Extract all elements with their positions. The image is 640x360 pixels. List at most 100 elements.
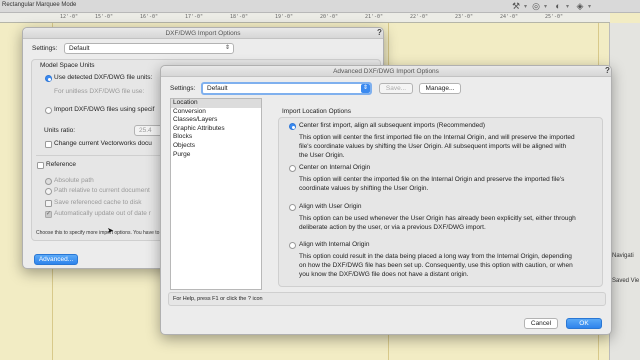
- ok-button[interactable]: OK: [566, 318, 602, 329]
- palette-panel: [609, 23, 640, 360]
- category-item-blocks[interactable]: Blocks: [171, 133, 261, 142]
- desc-line: This option will center the first import…: [299, 134, 575, 141]
- category-item-purge[interactable]: Purge: [171, 151, 261, 160]
- units-ratio-value: 25.4: [139, 127, 152, 134]
- option-label-center-internal: Center on Internal Origin: [299, 164, 371, 171]
- desc-line: deliberate action by the user, or via a …: [299, 224, 486, 231]
- desc-line: file's coordinate values by shifting the…: [299, 143, 567, 150]
- import-units-label: Import DXF/DWG files using specif: [54, 106, 155, 113]
- option-desc-align-user: This option can be used whenever the Use…: [299, 214, 603, 232]
- help-icon[interactable]: ?: [605, 66, 610, 75]
- settings-label: Settings:: [32, 45, 58, 52]
- chevron-down-icon[interactable]: ▾: [524, 3, 527, 10]
- settings-select[interactable]: Default ⇕: [201, 82, 372, 95]
- dialog-titlebar: DXF/DWG Import Options: [23, 28, 383, 39]
- advanced-import-dialog: Advanced DXF/DWG Import Options ? Settin…: [160, 65, 612, 335]
- advanced-button[interactable]: Advanced...: [34, 254, 78, 265]
- desc-line: you know the DXF/DWG file does not have …: [299, 271, 469, 278]
- ruler-tick: 12'-0": [60, 14, 79, 20]
- chevron-updown-icon: ⇕: [224, 45, 230, 51]
- ruler-tick: 21'-0": [365, 14, 384, 20]
- chevron-down-icon[interactable]: ▾: [544, 3, 547, 10]
- option-desc-align-internal: This option could result in the data bei…: [299, 252, 603, 279]
- option-radio-align-user[interactable]: [289, 204, 296, 211]
- change-current-checkbox[interactable]: [45, 141, 52, 148]
- layer-icon[interactable]: ◈: [574, 1, 586, 11]
- desc-line: on how the DXF/DWG file has been set up.…: [299, 262, 573, 269]
- ruler-tick: 23'-0": [455, 14, 474, 20]
- option-label-align-internal: Align with Internal Origin: [299, 241, 370, 248]
- desc-line: This option can be used whenever the Use…: [299, 215, 576, 222]
- desc-line: This option will center the imported fil…: [299, 176, 565, 183]
- save-cache-label: Save referenced cache to disk: [54, 199, 142, 206]
- mode-label: Rectangular Marquee Mode: [2, 2, 77, 8]
- ruler-tick: 24'-0": [500, 14, 519, 20]
- dxf-footer-note: Choose this to specify more import optio…: [36, 230, 160, 236]
- category-list: Location Conversion Classes/Layers Graph…: [170, 98, 262, 290]
- help-text: For Help, press F1 or click the ? icon: [173, 296, 263, 302]
- category-item-graphic-attributes[interactable]: Graphic Attributes: [171, 125, 261, 134]
- unitless-label: For unitless DXF/DWG file use:: [54, 88, 145, 95]
- dialog-titlebar: Advanced DXF/DWG Import Options: [161, 66, 611, 77]
- help-text-bar: For Help, press F1 or click the ? icon: [168, 292, 606, 306]
- render-icon[interactable]: ◐: [552, 1, 564, 11]
- chevron-down-icon[interactable]: ▾: [566, 3, 569, 10]
- ruler-tick: 22'-0": [410, 14, 429, 20]
- settings-value: Default: [207, 85, 228, 92]
- auto-update-label: Automatically update out of date r: [54, 210, 151, 217]
- category-item-classes-layers[interactable]: Classes/Layers: [171, 116, 261, 125]
- chevron-updown-icon: ⇕: [361, 84, 370, 93]
- auto-update-checkbox[interactable]: [45, 210, 52, 218]
- location-options-group: Center first import, align all subsequen…: [278, 117, 603, 287]
- snap-icon[interactable]: ⚒: [510, 1, 522, 11]
- absolute-path-radio[interactable]: [45, 178, 52, 185]
- app-toolbar: Rectangular Marquee Mode ⚒ ▾ ◎ ▾ ◐ ▾ ◈ ▾: [0, 0, 640, 13]
- units-ratio-label: Units ratio:: [44, 127, 76, 134]
- ruler-tick: 17'-0": [185, 14, 204, 20]
- relative-path-label: Path relative to current document: [54, 187, 150, 194]
- category-item-conversion[interactable]: Conversion: [171, 108, 261, 117]
- mouse-cursor-icon: ➤: [107, 226, 114, 235]
- ruler-tick: 16'-0": [140, 14, 159, 20]
- relative-path-radio[interactable]: [45, 188, 52, 195]
- save-cache-checkbox[interactable]: [45, 200, 52, 207]
- model-space-title: Model Space Units: [40, 62, 95, 69]
- save-settings-button[interactable]: Save...: [379, 83, 413, 94]
- absolute-path-label: Absolute path: [54, 177, 94, 184]
- settings-label: Settings:: [170, 85, 196, 92]
- use-detected-label: Use detected DXF/DWG file units:: [54, 74, 153, 81]
- ruler-tick: 20'-0": [320, 14, 339, 20]
- reference-checkbox[interactable]: [37, 162, 44, 169]
- view-icon[interactable]: ◎: [530, 1, 542, 11]
- option-radio-align-internal[interactable]: [289, 242, 296, 249]
- navigation-tab[interactable]: Navigati: [612, 253, 634, 259]
- category-item-objects[interactable]: Objects: [171, 142, 261, 151]
- section-title: Import Location Options: [282, 108, 352, 115]
- desc-line: coordinate values by shifting the User O…: [299, 185, 429, 192]
- cancel-button[interactable]: Cancel: [524, 318, 558, 329]
- divider: [36, 155, 166, 156]
- desc-line: This option could result in the data bei…: [299, 253, 572, 260]
- option-radio-center-internal[interactable]: [289, 165, 296, 172]
- option-label-align-user: Align with User Origin: [299, 203, 362, 210]
- ruler-tick: 19'-0": [275, 14, 294, 20]
- horizontal-ruler: 12'-0" 15'-0" 16'-0" 17'-0" 18'-0" 19'-0…: [0, 13, 610, 23]
- settings-select[interactable]: Default ⇕: [64, 43, 234, 54]
- import-units-radio[interactable]: [45, 107, 52, 114]
- ruler-tick: 25'-0": [545, 14, 564, 20]
- category-item-location[interactable]: Location: [171, 99, 261, 108]
- option-label-center-first: Center first import, align all subsequen…: [299, 122, 486, 129]
- option-desc-center-first: This option will center the first import…: [299, 133, 603, 160]
- saved-views-label: Saved Vie: [612, 278, 640, 284]
- manage-settings-button[interactable]: Manage...: [419, 83, 461, 94]
- reference-label: Reference: [46, 161, 76, 168]
- help-icon[interactable]: ?: [377, 28, 382, 37]
- chevron-down-icon[interactable]: ▾: [588, 3, 591, 10]
- use-detected-radio[interactable]: [45, 75, 52, 82]
- option-radio-center-first[interactable]: [289, 123, 296, 130]
- option-desc-center-internal: This option will center the imported fil…: [299, 175, 603, 193]
- ruler-tick: 15'-0": [95, 14, 114, 20]
- desc-line: the User Origin.: [299, 152, 345, 159]
- change-current-label: Change current Vectorworks docu: [54, 140, 152, 147]
- ruler-tick: 18'-0": [230, 14, 249, 20]
